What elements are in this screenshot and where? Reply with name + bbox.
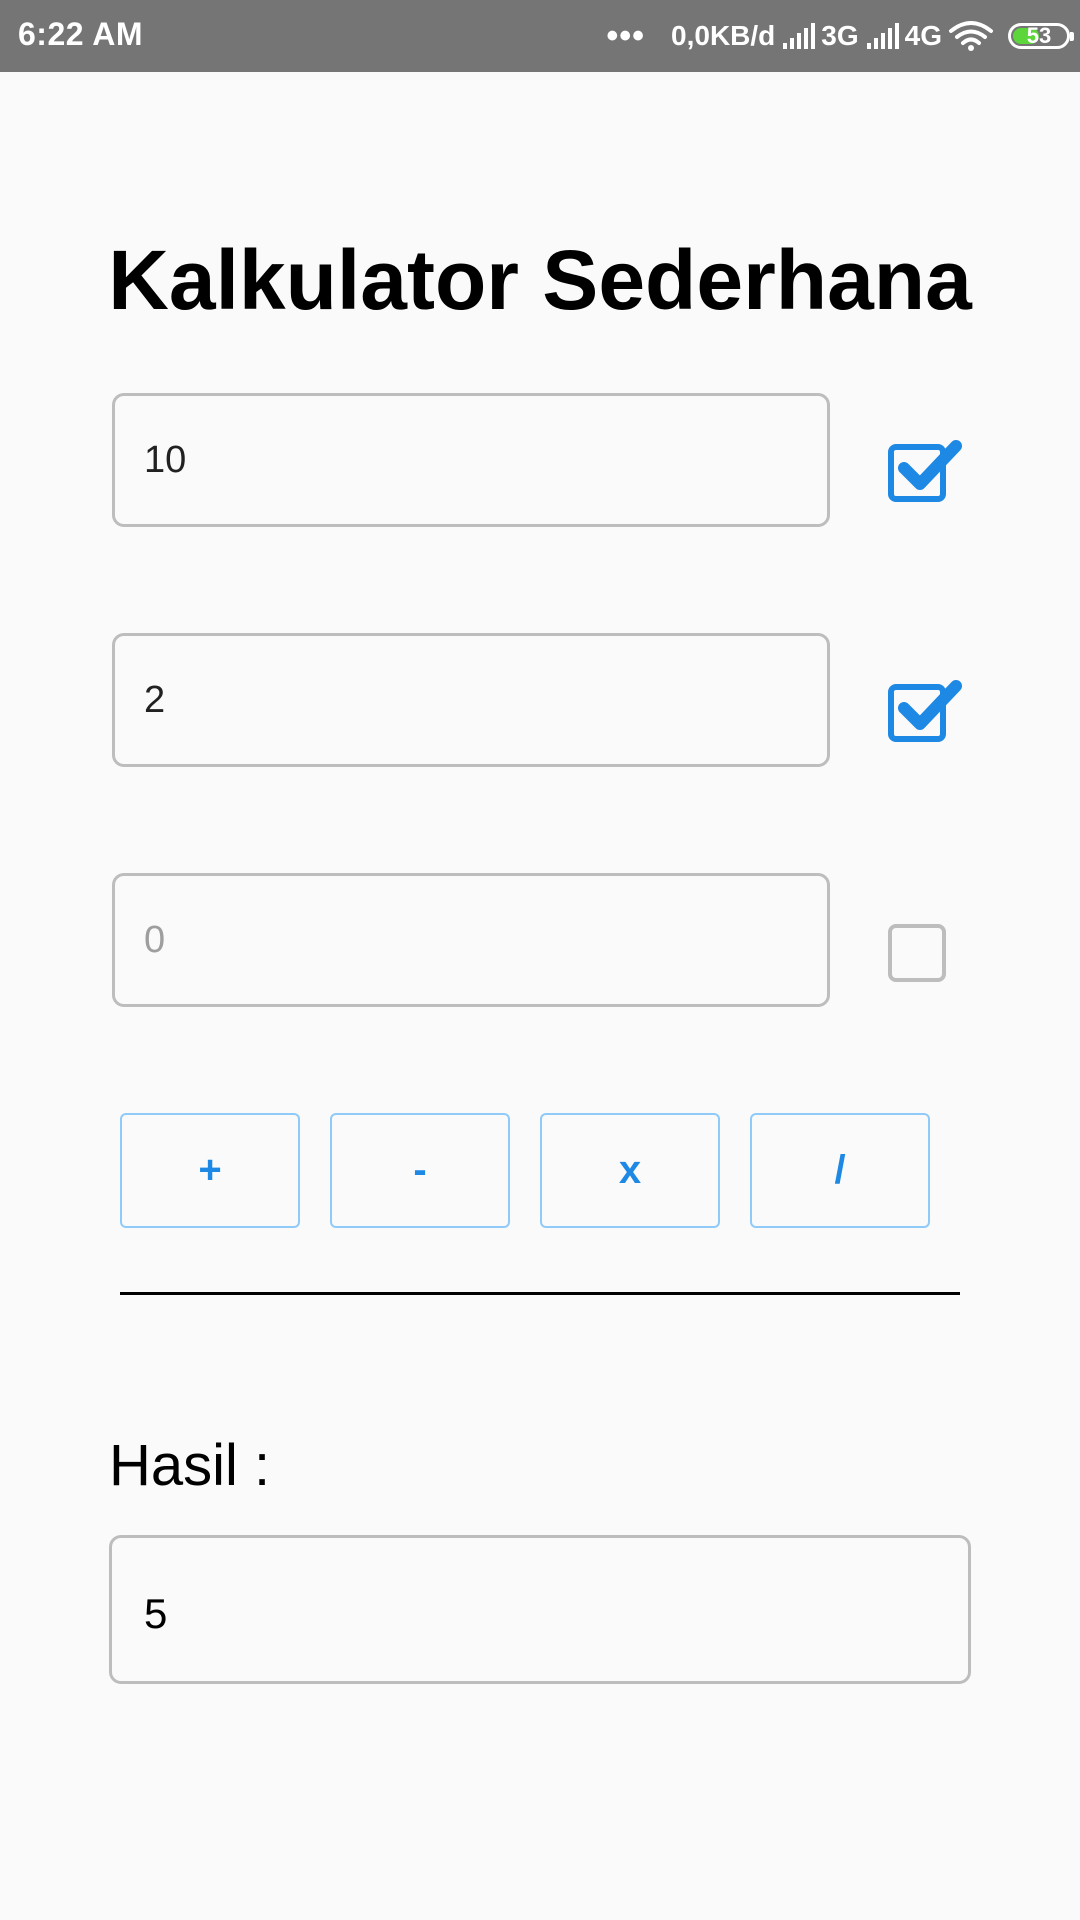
result-value: 5 bbox=[144, 1590, 168, 1637]
number-input-1[interactable] bbox=[112, 393, 830, 527]
number-input-3[interactable] bbox=[112, 873, 830, 1007]
result-label: Hasil : bbox=[109, 1433, 271, 1498]
status-time: 6:22 AM bbox=[18, 16, 144, 52]
checkbox-2[interactable] bbox=[888, 680, 962, 742]
divide-button[interactable]: / bbox=[750, 1113, 930, 1228]
wifi-icon bbox=[949, 21, 993, 51]
add-button[interactable]: + bbox=[120, 1113, 300, 1228]
check-icon bbox=[898, 440, 962, 490]
checkbox-3[interactable] bbox=[888, 924, 946, 982]
divider bbox=[120, 1292, 960, 1295]
battery-icon: 53 bbox=[1008, 23, 1074, 49]
network-type-2: 4G bbox=[904, 20, 942, 51]
more-notifications-icon: ••• bbox=[606, 17, 646, 55]
battery-tip bbox=[1070, 32, 1074, 41]
battery-level: 53 bbox=[1026, 23, 1052, 48]
status-bar: 6:22 AM ••• 0,0KB/d 3G 4G 53 bbox=[0, 0, 1080, 72]
network-type-1: 3G bbox=[821, 20, 859, 51]
check-icon bbox=[898, 680, 962, 730]
signal-icon bbox=[783, 23, 816, 49]
page-title: Kalkulator Sederhana bbox=[108, 233, 972, 327]
number-input-2[interactable] bbox=[112, 633, 830, 767]
result-box: 5 bbox=[109, 1535, 971, 1684]
signal-icon bbox=[866, 23, 899, 49]
multiply-button[interactable]: x bbox=[540, 1113, 720, 1228]
status-icons: ••• 0,0KB/d 3G 4G 53 bbox=[606, 12, 1074, 60]
data-rate: 0,0KB/d bbox=[671, 20, 776, 51]
checkbox-1[interactable] bbox=[888, 440, 962, 502]
subtract-button[interactable]: - bbox=[330, 1113, 510, 1228]
